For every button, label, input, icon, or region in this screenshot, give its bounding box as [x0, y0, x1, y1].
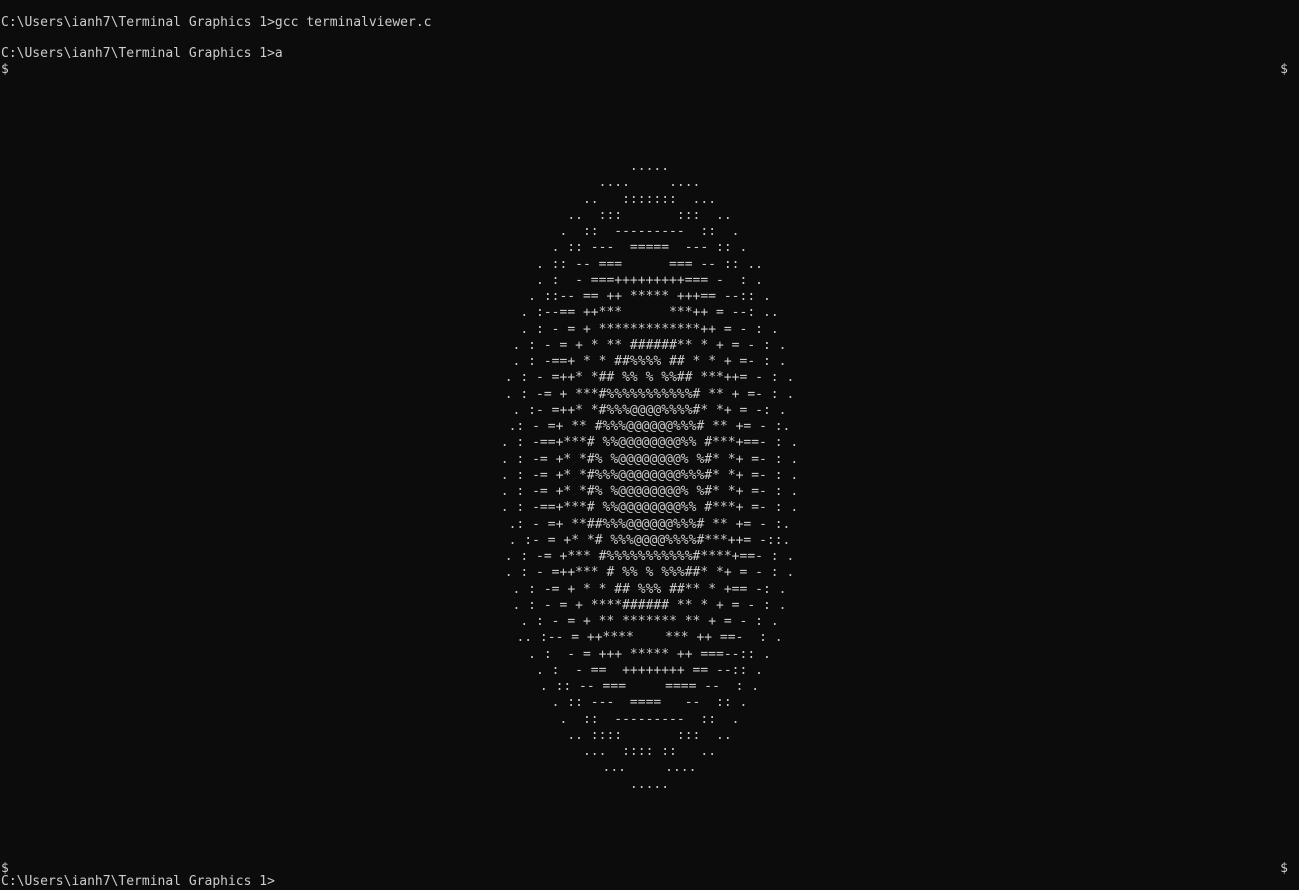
ascii-art-row: .. ::: ::: ..	[567, 207, 732, 223]
ascii-art-row: .. :-- = ++**** *** ++ ==- : .	[516, 630, 783, 646]
ascii-art-row: . :: --------- :: .	[559, 224, 740, 239]
ascii-art-row: . : - = + ****###### ** * + = - : .	[512, 597, 787, 613]
left-row-marker-top: $	[1, 62, 9, 77]
ascii-art-row: . ::-- == ++ ***** +++== --:: .	[528, 289, 771, 304]
ascii-art-row: . : - =++*** # %% % %%%##* *+ = - : .	[504, 565, 795, 581]
ascii-art-row: .... ....	[598, 175, 701, 191]
ascii-art-row: ... :::: :: ..	[582, 744, 717, 759]
right-row-marker-top: $	[1280, 62, 1288, 77]
ascii-art-row: . : - = + * ** ######** * + = - : .	[512, 337, 787, 353]
ascii-art-row: . :--== ++*** ***++ = --: ..	[520, 305, 779, 321]
ascii-art-row: . :: --- ===== --- :: .	[551, 240, 748, 256]
ascii-art-row: . :: --- ==== -- :: .	[551, 695, 748, 711]
ascii-art-row: . : -==+ * * ##%%%% ## * * + =- : .	[512, 354, 787, 369]
ascii-art-row: . : - = + ** ******* ** + = - : .	[520, 614, 779, 629]
ascii-art-row: . : -= + ***#%%%%%%%%%%%# ** + =- : .	[504, 386, 795, 402]
ascii-art-row: . : -= +* *#% %@@@@@@@@% %#* *+ =- : .	[500, 484, 799, 499]
ascii-art-row: . : - =++* *## %% % %%## ***++= - : .	[504, 370, 795, 386]
ascii-art-row: . :- =++* *#%%%@@@@%%%%#* *+ = -: .	[512, 402, 787, 418]
ascii-art-row: . : - = +++ ***** ++ ===--:: .	[528, 646, 771, 662]
ascii-art-row: . : -= +* *#% %@@@@@@@@% %#* *+ =- : .	[500, 451, 799, 467]
ascii-art-row: . : -==+***# %%@@@@@@@@%% #***+ =- : .	[500, 500, 799, 516]
ascii-art-row: . : - = + *************++ = - : .	[520, 321, 779, 337]
ascii-art-row: . :- = +* *# %%%@@@@%%%%#***++= -::.	[508, 532, 791, 548]
ascii-art-row: . : -==+***# %%@@@@@@@@%% #***+==- : .	[500, 435, 799, 451]
ascii-art-row: . : -= +* *#%%%@@@@@@@@%%%#* *+ =- : .	[500, 467, 799, 483]
partial-prompt-line: C:\Users\ianh7\Terminal Graphics 1>	[1, 874, 275, 889]
ascii-art-row: . : -= +*** #%%%%%%%%%%%#****+==- : .	[504, 549, 795, 564]
ascii-art-row: .: - =+ **##%%%@@@@@@%%%# ** += - :.	[508, 516, 791, 532]
terminal-window[interactable]: { "console": { "command1": "C:\\Users\\i…	[0, 0, 1299, 889]
ascii-art-row: .: - =+ ** #%%%@@@@@@%%%# ** += - :.	[508, 419, 791, 434]
ascii-art-row: .. :::: ::: ..	[567, 727, 732, 743]
ascii-art-row: . :: --------- :: .	[559, 711, 740, 727]
ascii-sphere-render: ......... ...... ::::::: ..... ::: ::: .…	[0, 159, 1299, 793]
ascii-art-row: . : - == ++++++++ == --:: .	[536, 662, 763, 678]
right-row-marker-bottom: $	[1280, 861, 1288, 876]
ascii-art-row: . :: -- === ==== -- : .	[539, 679, 760, 694]
ascii-art-row: . : - ===+++++++++=== - : .	[536, 272, 763, 288]
ascii-art-row: .....	[629, 776, 670, 792]
ascii-art-row: . :: -- === === -- :: ..	[536, 256, 763, 272]
ascii-art-row: ... ....	[602, 760, 697, 776]
run-command-line: C:\Users\ianh7\Terminal Graphics 1>a	[1, 46, 283, 61]
ascii-art-row: . : -= + * * ## %%% ##** * +== -: .	[512, 581, 787, 597]
gcc-command-line: C:\Users\ianh7\Terminal Graphics 1>gcc t…	[1, 15, 432, 30]
ascii-art-row: .. ::::::: ...	[582, 191, 717, 207]
ascii-art-row: .....	[629, 159, 670, 174]
